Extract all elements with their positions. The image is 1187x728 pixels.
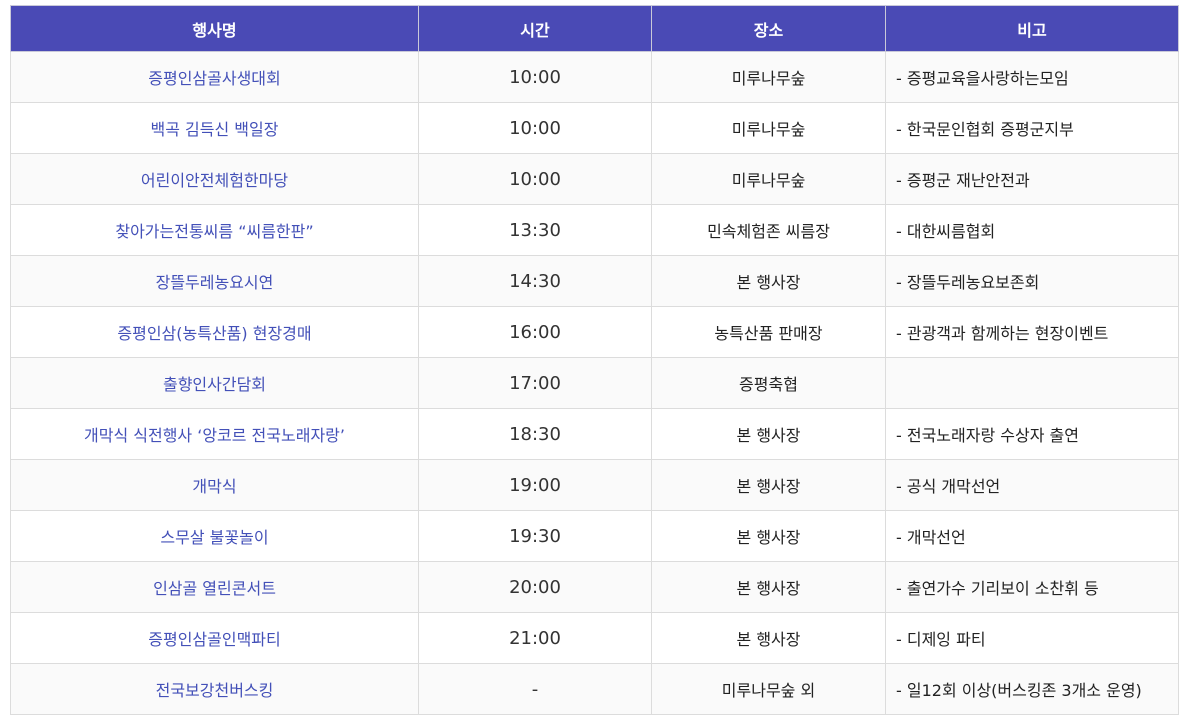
table-header: 행사명 시간 장소 비고 [10, 5, 1179, 52]
table-row: 증평인삼(농특산품) 현장경매 16:00 농특산품 판매장 - 관광객과 함께… [10, 306, 1179, 358]
note-cell: - 증평교육을사랑하는모임 [885, 51, 1179, 103]
place-cell: 농특산품 판매장 [651, 306, 886, 358]
time-cell: 19:30 [418, 510, 652, 562]
note-cell: - 관광객과 함께하는 현장이벤트 [885, 306, 1179, 358]
place-cell: 본 행사장 [651, 255, 886, 307]
time-cell: 10:00 [418, 102, 652, 154]
place-cell: 미루나무숲 [651, 51, 886, 103]
note-cell: - 출연가수 기리보이 소찬휘 등 [885, 561, 1179, 613]
time-cell: 18:30 [418, 408, 652, 460]
table-row: 인삼골 열린콘서트 20:00 본 행사장 - 출연가수 기리보이 소찬휘 등 [10, 561, 1179, 613]
time-cell: 17:00 [418, 357, 652, 409]
event-name-cell: 인삼골 열린콘서트 [10, 561, 419, 613]
event-schedule-container: 행사명 시간 장소 비고 증평인삼골사생대회 10:00 미루나무숲 - 증평교… [10, 5, 1179, 715]
time-cell: 20:00 [418, 561, 652, 613]
note-cell [885, 357, 1179, 409]
time-cell: 19:00 [418, 459, 652, 511]
place-cell: 본 행사장 [651, 561, 886, 613]
table-row: 백곡 김득신 백일장 10:00 미루나무숲 - 한국문인협회 증평군지부 [10, 102, 1179, 154]
header-place: 장소 [651, 5, 886, 52]
event-name-cell: 찾아가는전통씨름 “씨름한판” [10, 204, 419, 256]
header-event-name: 행사명 [10, 5, 419, 52]
table-row: 개막식 식전행사 ‘앙코르 전국노래자랑’ 18:30 본 행사장 - 전국노래… [10, 408, 1179, 460]
event-name-cell: 스무살 불꽃놀이 [10, 510, 419, 562]
event-name-cell: 개막식 식전행사 ‘앙코르 전국노래자랑’ [10, 408, 419, 460]
place-cell: 미루나무숲 외 [651, 663, 886, 715]
place-cell: 본 행사장 [651, 510, 886, 562]
table-row: 찾아가는전통씨름 “씨름한판” 13:30 민속체험존 씨름장 - 대한씨름협회 [10, 204, 1179, 256]
note-cell: - 대한씨름협회 [885, 204, 1179, 256]
place-cell: 본 행사장 [651, 459, 886, 511]
event-name-cell: 증평인삼(농특산품) 현장경매 [10, 306, 419, 358]
place-cell: 본 행사장 [651, 612, 886, 664]
note-cell: - 장뜰두레농요보존회 [885, 255, 1179, 307]
table-row: 스무살 불꽃놀이 19:30 본 행사장 - 개막선언 [10, 510, 1179, 562]
time-cell: 16:00 [418, 306, 652, 358]
table-row: 어린이안전체험한마당 10:00 미루나무숲 - 증평군 재난안전과 [10, 153, 1179, 205]
event-name-cell: 증평인삼골사생대회 [10, 51, 419, 103]
time-cell: - [418, 663, 652, 715]
table-row: 장뜰두레농요시연 14:30 본 행사장 - 장뜰두레농요보존회 [10, 255, 1179, 307]
place-cell: 민속체험존 씨름장 [651, 204, 886, 256]
table-row: 증평인삼골사생대회 10:00 미루나무숲 - 증평교육을사랑하는모임 [10, 51, 1179, 103]
time-cell: 13:30 [418, 204, 652, 256]
note-cell: - 디제잉 파티 [885, 612, 1179, 664]
note-cell: - 전국노래자랑 수상자 출연 [885, 408, 1179, 460]
event-name-cell: 어린이안전체험한마당 [10, 153, 419, 205]
header-note: 비고 [885, 5, 1179, 52]
event-schedule-table: 행사명 시간 장소 비고 증평인삼골사생대회 10:00 미루나무숲 - 증평교… [10, 5, 1179, 715]
table-body: 증평인삼골사생대회 10:00 미루나무숲 - 증평교육을사랑하는모임 백곡 김… [10, 51, 1179, 715]
place-cell: 본 행사장 [651, 408, 886, 460]
table-row: 개막식 19:00 본 행사장 - 공식 개막선언 [10, 459, 1179, 511]
header-time: 시간 [418, 5, 652, 52]
time-cell: 21:00 [418, 612, 652, 664]
event-name-cell: 전국보강천버스킹 [10, 663, 419, 715]
time-cell: 10:00 [418, 153, 652, 205]
event-name-cell: 개막식 [10, 459, 419, 511]
note-cell: - 개막선언 [885, 510, 1179, 562]
table-row: 전국보강천버스킹 - 미루나무숲 외 - 일12회 이상(버스킹존 3개소 운영… [10, 663, 1179, 715]
table-row: 출향인사간담회 17:00 증평축협 [10, 357, 1179, 409]
place-cell: 미루나무숲 [651, 153, 886, 205]
event-name-cell: 장뜰두레농요시연 [10, 255, 419, 307]
note-cell: - 일12회 이상(버스킹존 3개소 운영) [885, 663, 1179, 715]
header-row: 행사명 시간 장소 비고 [10, 5, 1179, 52]
time-cell: 14:30 [418, 255, 652, 307]
note-cell: - 공식 개막선언 [885, 459, 1179, 511]
table-row: 증평인삼골인맥파티 21:00 본 행사장 - 디제잉 파티 [10, 612, 1179, 664]
time-cell: 10:00 [418, 51, 652, 103]
event-name-cell: 출향인사간담회 [10, 357, 419, 409]
event-name-cell: 백곡 김득신 백일장 [10, 102, 419, 154]
note-cell: - 증평군 재난안전과 [885, 153, 1179, 205]
event-name-cell: 증평인삼골인맥파티 [10, 612, 419, 664]
note-cell: - 한국문인협회 증평군지부 [885, 102, 1179, 154]
place-cell: 미루나무숲 [651, 102, 886, 154]
place-cell: 증평축협 [651, 357, 886, 409]
